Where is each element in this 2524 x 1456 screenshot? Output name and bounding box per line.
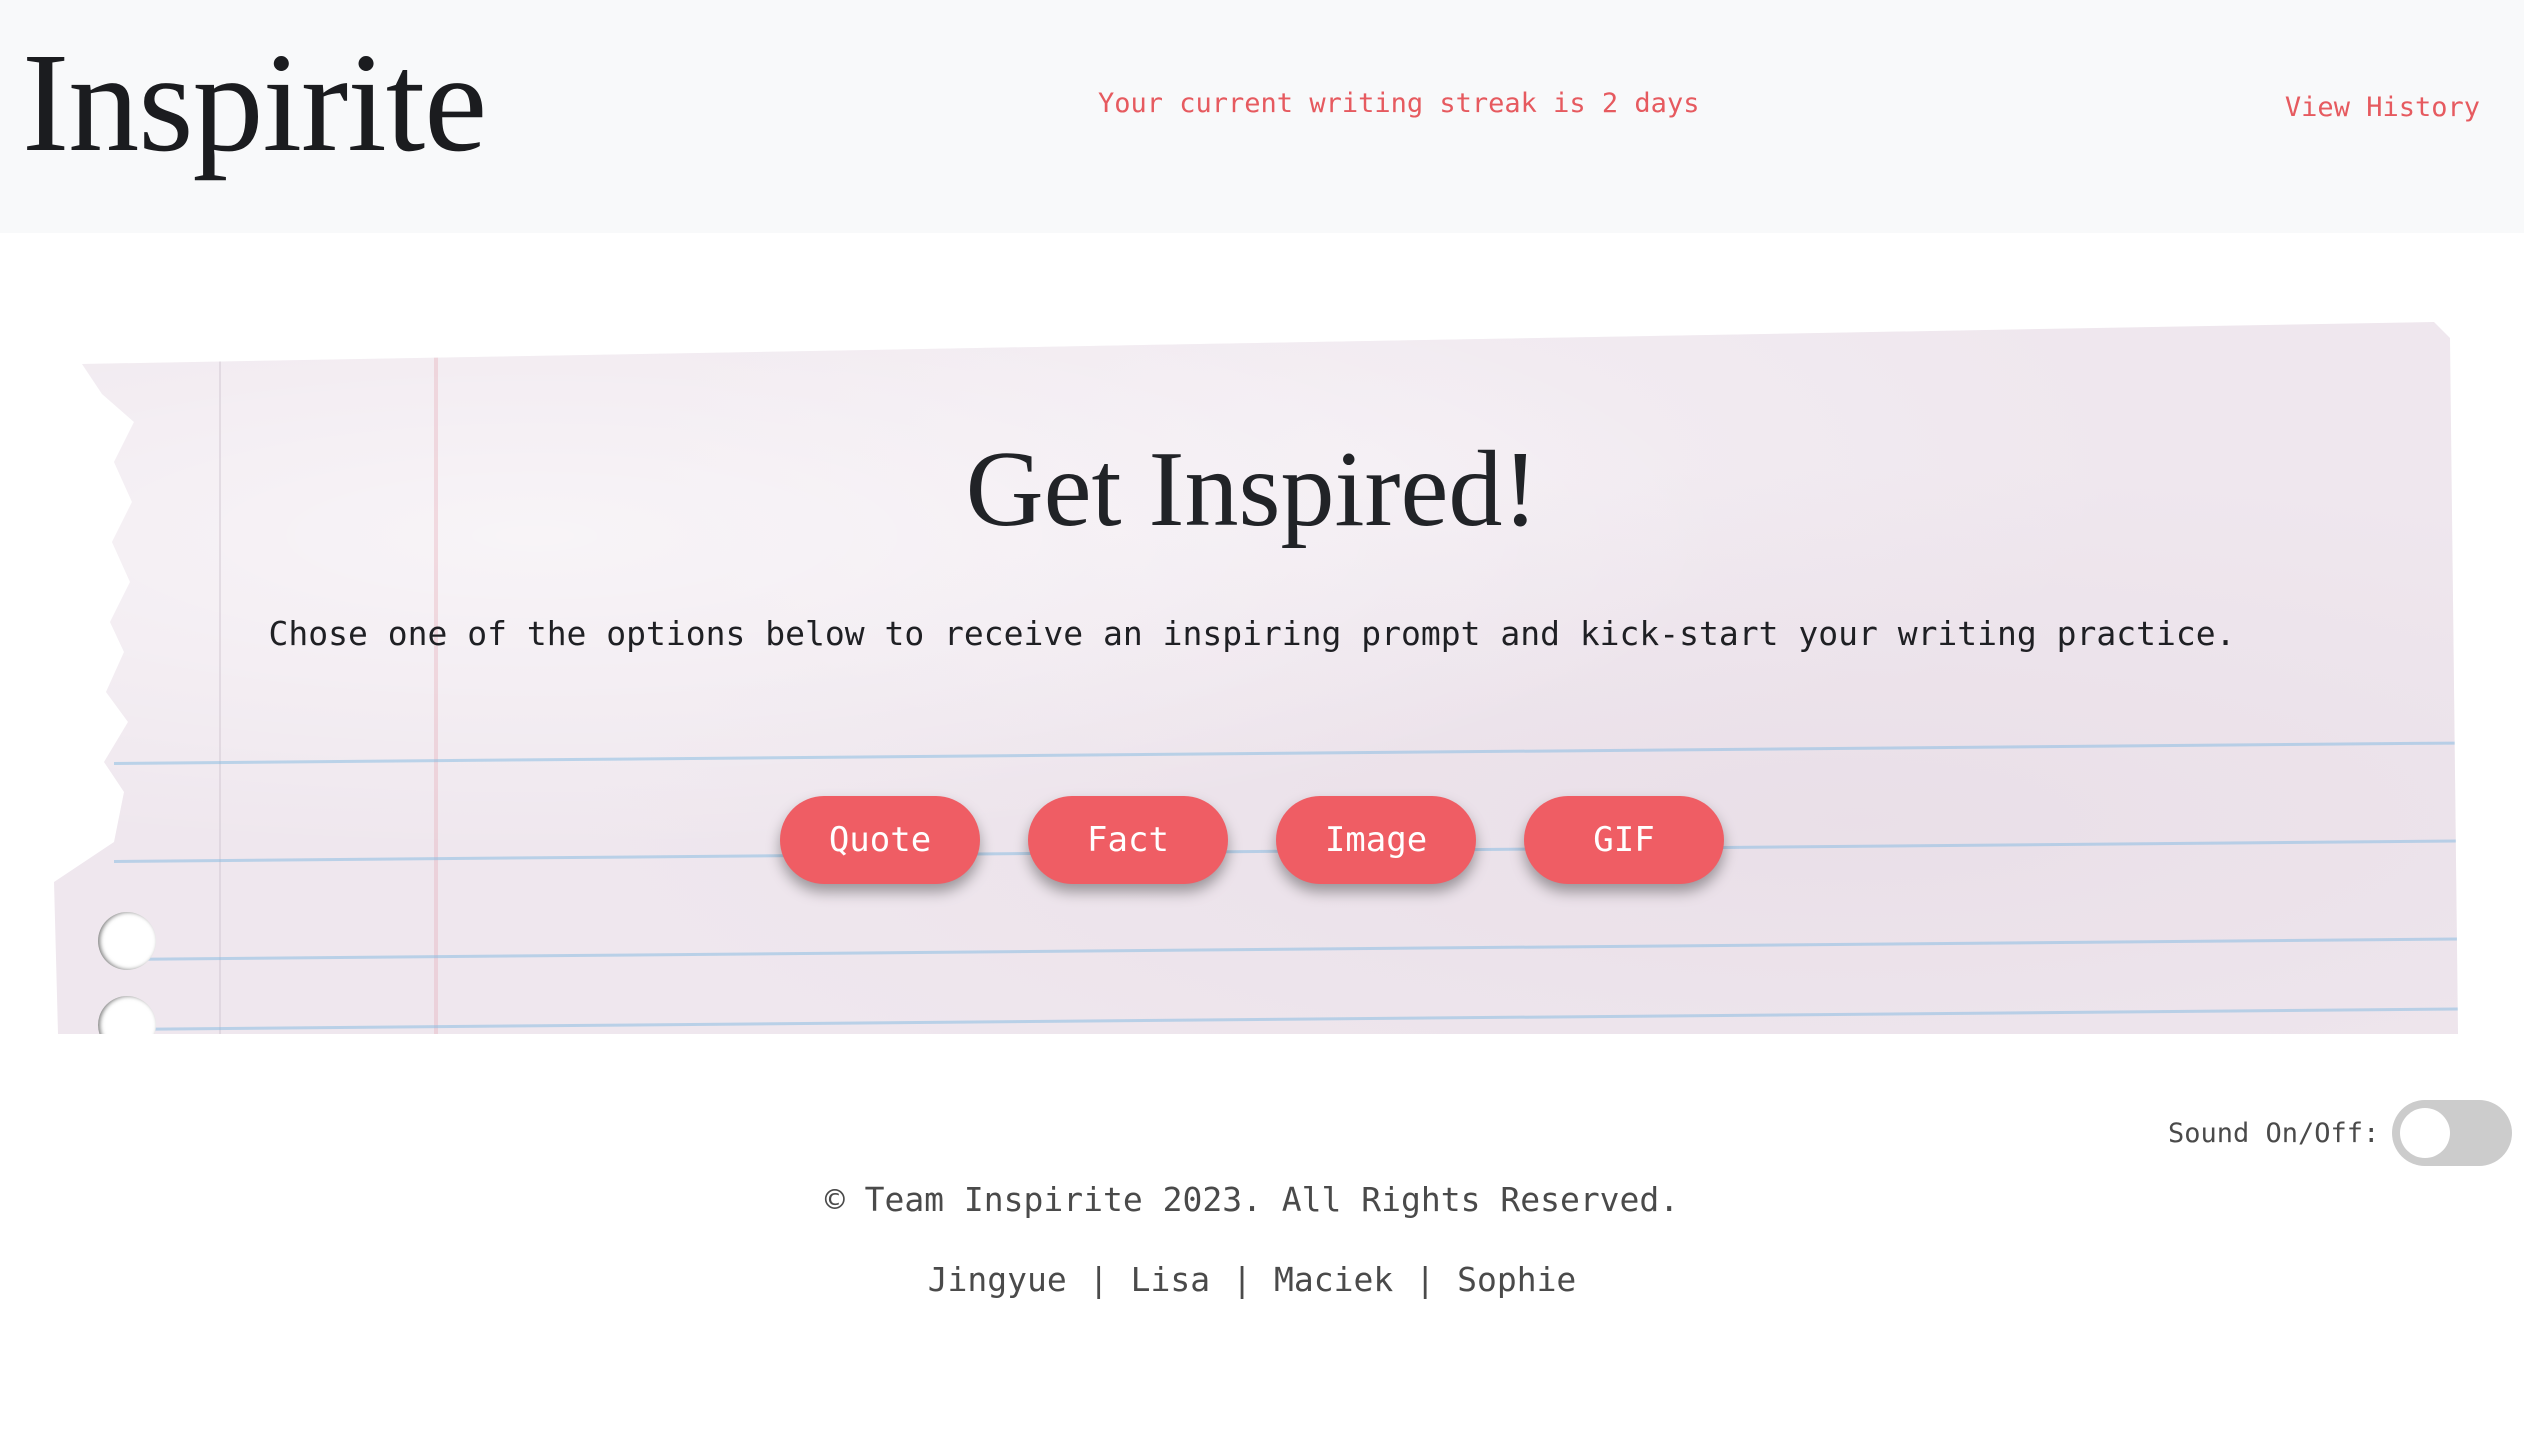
page-title: Get Inspired! — [965, 430, 1539, 549]
copyright-text: © Team Inspirite 2023. All Rights Reserv… — [824, 1180, 1680, 1219]
page-subtitle: Chose one of the options below to receiv… — [268, 614, 2236, 653]
team-separator: | — [1088, 1260, 1109, 1299]
team-member-name: Lisa — [1130, 1260, 1211, 1299]
team-member-name: Jingyue — [927, 1260, 1067, 1299]
team-separator: | — [1232, 1260, 1252, 1299]
toggle-switch-icon — [2400, 1108, 2450, 1158]
image-button[interactable]: Image — [1276, 796, 1476, 884]
fact-button[interactable]: Fact — [1028, 796, 1228, 884]
quote-button[interactable]: Quote — [780, 796, 980, 884]
prompt-button-group: Quote Fact Image GIF — [780, 796, 1724, 884]
inspiration-panel: Get Inspired! Chose one of the options b… — [0, 322, 2524, 1034]
site-header: Inspirite Your current writing streak is… — [0, 0, 2524, 233]
sound-toggle-switch[interactable] — [2392, 1100, 2512, 1166]
writing-streak-text: Your current writing streak is 2 days — [1098, 88, 1700, 119]
gif-button[interactable]: GIF — [1524, 796, 1724, 884]
view-history-link[interactable]: View History — [2285, 88, 2480, 128]
team-separator: | — [1415, 1260, 1436, 1299]
team-members: Jingyue | Lisa | Maciek | Sophie — [0, 1256, 2504, 1304]
team-member-name: Maciek — [1274, 1260, 1394, 1299]
site-logo[interactable]: Inspirite — [22, 22, 487, 182]
sound-toggle-label: Sound On/Off: — [2168, 1118, 2380, 1149]
team-member-name: Sophie — [1457, 1260, 1577, 1299]
